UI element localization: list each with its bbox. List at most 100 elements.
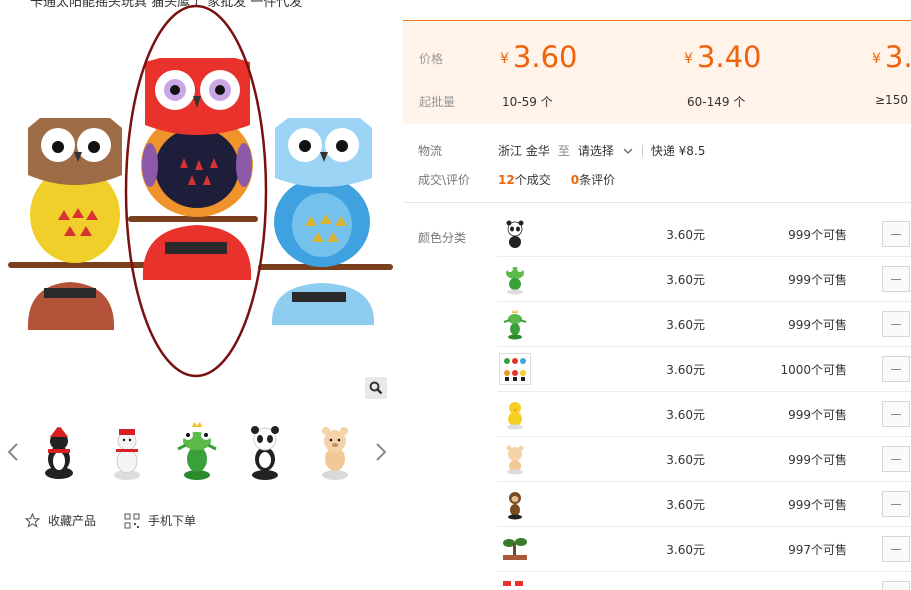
- minus-icon: [891, 323, 901, 325]
- snowman-thumbnail[interactable]: [96, 419, 158, 485]
- tier-qty-3: ≥150: [875, 93, 908, 107]
- mobile-order-label: 手机下单: [148, 514, 197, 528]
- sku-list: 3.60元 999个可售 3.60元 999个可售 3.60元 999个可售 3…: [497, 212, 911, 590]
- currency-symbol: ¥: [500, 51, 509, 67]
- destination-value: 请选择: [577, 144, 614, 158]
- currency-symbol: ¥: [684, 51, 693, 67]
- deal-count-link[interactable]: 12个成交: [498, 171, 551, 188]
- sku-row: 3.60元 1000个可售: [497, 347, 911, 392]
- sku-thumbnail-partial[interactable]: [499, 578, 531, 590]
- tier-price-1: ¥3.60: [500, 40, 578, 74]
- minus-icon: [891, 368, 901, 370]
- sku-thumbnail-frog[interactable]: [499, 263, 531, 295]
- sku-row: 3.60元 999个可售: [497, 482, 911, 527]
- tier-price-value: 3.40: [696, 40, 762, 74]
- chevron-left-icon[interactable]: [5, 440, 21, 464]
- product-page: 卡通太阳能摇头玩具 猫头鹰 厂家批发 一件代发 收藏产品 手机下单 价格 起批量…: [0, 0, 911, 590]
- moq-label: 起批量: [419, 95, 456, 109]
- blue-owl-figure: [258, 118, 393, 325]
- quantity-minus-button[interactable]: [882, 581, 910, 590]
- deal-count: 12: [498, 173, 515, 187]
- chevron-right-icon[interactable]: [373, 440, 389, 464]
- sku-stock: 999个可售: [788, 453, 847, 467]
- logistics-row: 物流 浙江 金华 至 请选择 快递 ¥8.5: [403, 142, 705, 159]
- sku-price: 3.60元: [666, 228, 705, 242]
- logistics-to: 至: [557, 144, 570, 158]
- tier-price-2: ¥3.40: [684, 40, 762, 74]
- favorite-button[interactable]: 收藏产品: [25, 512, 96, 529]
- star-icon: [25, 513, 40, 528]
- sku-stock: 999个可售: [788, 408, 847, 422]
- sku-label: 颜色分类: [418, 231, 467, 245]
- currency-symbol: ¥: [872, 51, 881, 67]
- bear-thumbnail[interactable]: [304, 419, 366, 485]
- sku-stock: 999个可售: [788, 273, 847, 287]
- sku-price: 3.60元: [666, 408, 705, 422]
- main-product-image[interactable]: [0, 0, 400, 400]
- sku-price: 3.60元: [666, 363, 705, 377]
- thumbnail-strip: [0, 415, 400, 490]
- sku-thumbnail-chick[interactable]: [499, 398, 531, 430]
- price-tier-box: 价格 起批量 ¥3.60 ¥3.40 ¥3. 10-59 个 60-149 个 …: [403, 20, 911, 124]
- quantity-minus-button[interactable]: [882, 536, 910, 562]
- favorite-label: 收藏产品: [48, 514, 97, 528]
- sku-thumbnail-assorted[interactable]: [499, 353, 531, 385]
- minus-icon: [891, 413, 901, 415]
- shipping-fee: 快递 ¥8.5: [650, 144, 706, 158]
- price-label: 价格: [419, 52, 444, 66]
- product-actions: 收藏产品 手机下单: [25, 512, 196, 529]
- sku-row: [497, 572, 911, 590]
- separator: [641, 144, 643, 157]
- minus-icon: [891, 548, 901, 550]
- quantity-minus-button[interactable]: [882, 221, 910, 247]
- deals-label: 成交\评价: [418, 173, 471, 187]
- tier-qty-2: 60-149 个: [687, 95, 746, 109]
- sku-row: 3.60元 999个可售: [497, 437, 911, 482]
- sku-thumbnail-frog-prince[interactable]: [499, 308, 531, 340]
- minus-icon: [891, 503, 901, 505]
- deal-suffix: 个成交: [514, 173, 551, 187]
- minus-icon: [891, 458, 901, 460]
- review-suffix: 条评价: [579, 173, 616, 187]
- quantity-minus-button[interactable]: [882, 356, 910, 382]
- sku-row: 3.60元 999个可售: [497, 212, 911, 257]
- quantity-minus-button[interactable]: [882, 401, 910, 427]
- sku-price: 3.60元: [666, 498, 705, 512]
- section-divider: [403, 202, 911, 203]
- sku-thumbnail-panda[interactable]: [499, 218, 531, 250]
- minus-icon: [891, 233, 901, 235]
- tier-price-value: 3.60: [512, 40, 578, 74]
- sku-row: 3.60元 997个可售: [497, 527, 911, 572]
- sku-thumbnail-bonsai[interactable]: [499, 533, 531, 565]
- deals-row: 成交\评价 12个成交 0条评价: [403, 171, 615, 188]
- destination-select[interactable]: 请选择: [578, 142, 634, 159]
- quantity-minus-button[interactable]: [882, 311, 910, 337]
- sku-row: 3.60元 999个可售: [497, 392, 911, 437]
- red-owl-figure: [128, 58, 258, 280]
- sku-thumbnail-monkey[interactable]: [499, 488, 531, 520]
- quantity-minus-button[interactable]: [882, 446, 910, 472]
- tier-qty-1: 10-59 个: [502, 95, 553, 109]
- sku-thumbnail-bear[interactable]: [499, 443, 531, 475]
- zoom-button[interactable]: [365, 377, 387, 399]
- panda-thumbnail[interactable]: [234, 419, 296, 485]
- review-count-link[interactable]: 0条评价: [571, 171, 615, 188]
- quantity-minus-button[interactable]: [882, 266, 910, 292]
- qr-code-icon: [124, 513, 140, 528]
- sku-price: 3.60元: [666, 543, 705, 557]
- tier-price-3: ¥3.: [872, 40, 911, 74]
- frog-prince-thumbnail[interactable]: [166, 419, 228, 485]
- sku-row: 3.60元 999个可售: [497, 302, 911, 347]
- logistics-label: 物流: [418, 144, 443, 158]
- logistics-origin: 浙江 金华: [498, 144, 550, 158]
- sku-stock: 999个可售: [788, 498, 847, 512]
- sku-price: 3.60元: [666, 273, 705, 287]
- penguin-thumbnail[interactable]: [28, 419, 90, 485]
- sku-price: 3.60元: [666, 318, 705, 332]
- sku-stock: 997个可售: [788, 543, 847, 557]
- minus-icon: [891, 278, 901, 280]
- review-count: 0: [570, 173, 580, 187]
- mobile-order-button[interactable]: 手机下单: [124, 512, 196, 529]
- sku-row: 3.60元 999个可售: [497, 257, 911, 302]
- quantity-minus-button[interactable]: [882, 491, 910, 517]
